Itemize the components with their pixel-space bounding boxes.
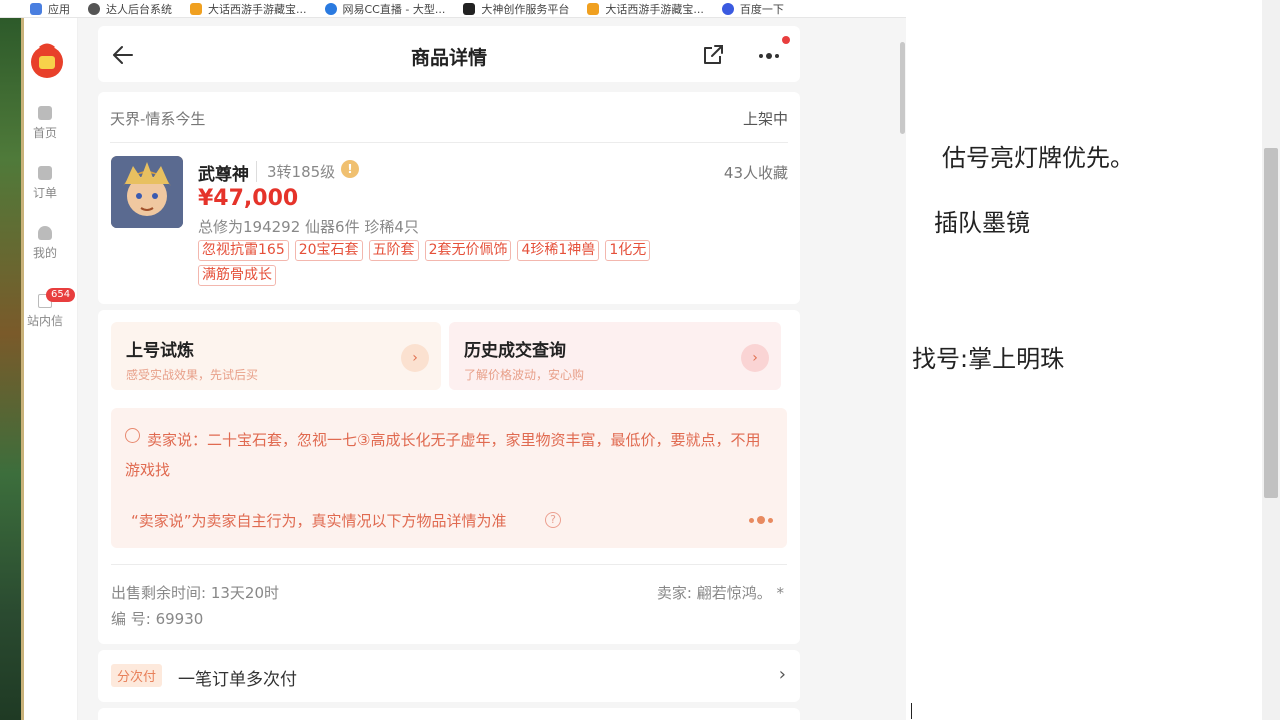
- installment-tag: 分次付: [111, 664, 163, 687]
- bookmark-cangbao-2[interactable]: 大话西游手游藏宝...: [587, 1, 704, 17]
- listing-status: 上架中: [742, 110, 788, 128]
- seller-says-box: 卖家说：二十宝石套，忽视一七③高成长化无子虚年，家里物资丰富，最低价，要就点，不…: [111, 408, 787, 548]
- expand-dots-icon[interactable]: [749, 516, 773, 524]
- bookmark-baidu[interactable]: 百度一下: [721, 1, 784, 17]
- feature-tag: 20宝石套: [294, 240, 363, 261]
- feature-tags: 忽视抗雷165 20宝石套 五阶套 2套无价佩饰 4珍稀1神兽 1化无 满筋骨成…: [198, 240, 718, 286]
- page-header: 商品详情: [98, 26, 800, 82]
- product-card: 天界-情系今生 上架中 武尊神 3转185级 ! 43人收藏 ¥47,000 总…: [98, 92, 800, 304]
- text-cursor: [911, 703, 912, 719]
- note-line-3: 找号:掌上明珠: [912, 345, 1065, 373]
- character-portrait-icon: [111, 156, 183, 228]
- character-stats: 总修为194292 仙器6件 珍稀4只: [198, 218, 419, 236]
- trial-subtitle: 感受实战效果，先试后买: [126, 368, 259, 382]
- bookmark-apps[interactable]: 应用: [30, 1, 70, 17]
- sale-remaining-time: 出售剩余时间: 13天20时: [111, 584, 279, 602]
- notes-scrollbar-thumb[interactable]: [1264, 148, 1278, 498]
- bookmark-cc-live[interactable]: 网易CC直播 - 大型...: [324, 1, 445, 17]
- character-name: 武尊神: [198, 165, 249, 185]
- chevron-right-icon: ›: [778, 664, 786, 685]
- history-title: 历史成交查询: [464, 341, 566, 361]
- home-icon: [38, 106, 52, 120]
- chevron-right-icon: ›: [401, 344, 429, 372]
- trial-login-card[interactable]: 上号试炼 感受实战效果，先试后买 ›: [111, 322, 441, 390]
- info-warning-icon[interactable]: !: [341, 160, 359, 178]
- divider: [110, 142, 788, 143]
- apps-icon: [30, 2, 42, 15]
- cc-live-icon: [324, 2, 337, 15]
- seller-name: 卖家: 翩若惊鸿。 *: [656, 584, 784, 602]
- app-logo-icon: [31, 43, 63, 78]
- favorite-count: 43人收藏: [723, 164, 788, 182]
- listing-serial: 编 号: 69930: [111, 610, 204, 628]
- bookmark-cangbao-1[interactable]: 大话西游手游藏宝...: [190, 1, 307, 17]
- note-line-2: 插队墨镜: [934, 209, 1030, 237]
- order-icon: [38, 166, 52, 180]
- feature-tag: 4珍稀1神兽: [517, 240, 600, 261]
- app-sidebar: 首页 订单 我的 站内信 654: [24, 18, 78, 720]
- history-subtitle: 了解价格波动，安心购: [464, 368, 585, 382]
- note-line-1: 估号亮灯牌优先。: [942, 144, 1134, 172]
- installment-row[interactable]: 分次付 一笔订单多次付 ›: [98, 650, 800, 702]
- bookmark-dashen[interactable]: 大神创作服务平台: [463, 1, 569, 17]
- seller-says-text: 卖家说：二十宝石套，忽视一七③高成长化无子虚年，家里物资丰富，最低价，要就点，不…: [125, 431, 761, 479]
- share-icon[interactable]: [700, 42, 726, 68]
- notification-dot: [782, 36, 790, 44]
- divider: [111, 564, 787, 565]
- character-level: 3转185级: [256, 161, 335, 182]
- help-icon[interactable]: ?: [545, 512, 561, 528]
- detail-section: 上号试炼 感受实战效果，先试后买 › 历史成交查询 了解价格波动，安心购 › 卖…: [98, 310, 800, 644]
- feature-tag: 2套无价佩饰: [424, 240, 512, 261]
- globe-icon: [88, 2, 100, 15]
- page-scrollbar[interactable]: [898, 40, 906, 720]
- message-count-badge: 654: [46, 288, 76, 302]
- sidebar-item-mine[interactable]: 我的: [24, 226, 66, 261]
- installment-text: 一笔订单多次付: [178, 670, 297, 690]
- price-history-card[interactable]: 历史成交查询 了解价格波动，安心购 ›: [449, 322, 781, 390]
- feature-tag: 五阶套: [368, 240, 419, 261]
- bookmark-daren[interactable]: 达人后台系统: [88, 1, 172, 17]
- product-price: ¥47,000: [198, 186, 299, 211]
- treasure-icon: [587, 2, 600, 15]
- sidebar-item-orders[interactable]: 订单: [24, 166, 66, 201]
- more-options-icon[interactable]: [754, 44, 784, 68]
- page-title: 商品详情: [410, 47, 487, 69]
- chevron-right-icon: ›: [741, 344, 769, 372]
- sidebar-item-home[interactable]: 首页: [24, 106, 66, 141]
- user-icon: [38, 226, 52, 240]
- seller-says-disclaimer: “卖家说”为卖家自主行为，真实情况以下方物品详情为准: [131, 512, 507, 530]
- dashen-icon: [463, 2, 476, 15]
- feature-tag: 忽视抗雷165: [198, 240, 289, 261]
- feature-tag: 1化无: [605, 240, 651, 261]
- server-name: 天界-情系今生: [110, 110, 206, 128]
- character-avatar[interactable]: [111, 156, 183, 228]
- feature-tag: 满筋骨成长: [198, 265, 276, 286]
- baidu-icon: [721, 2, 734, 15]
- treasure-icon: [190, 2, 202, 15]
- game-window-edge: [0, 18, 24, 720]
- bookmarks-bar: 应用 达人后台系统 大话西游手游藏宝... 网易CC直播 - 大型... 大神创…: [0, 0, 906, 18]
- page-scrollbar-thumb[interactable]: [900, 42, 905, 134]
- trial-title: 上号试炼: [126, 341, 194, 361]
- next-section: [98, 708, 800, 720]
